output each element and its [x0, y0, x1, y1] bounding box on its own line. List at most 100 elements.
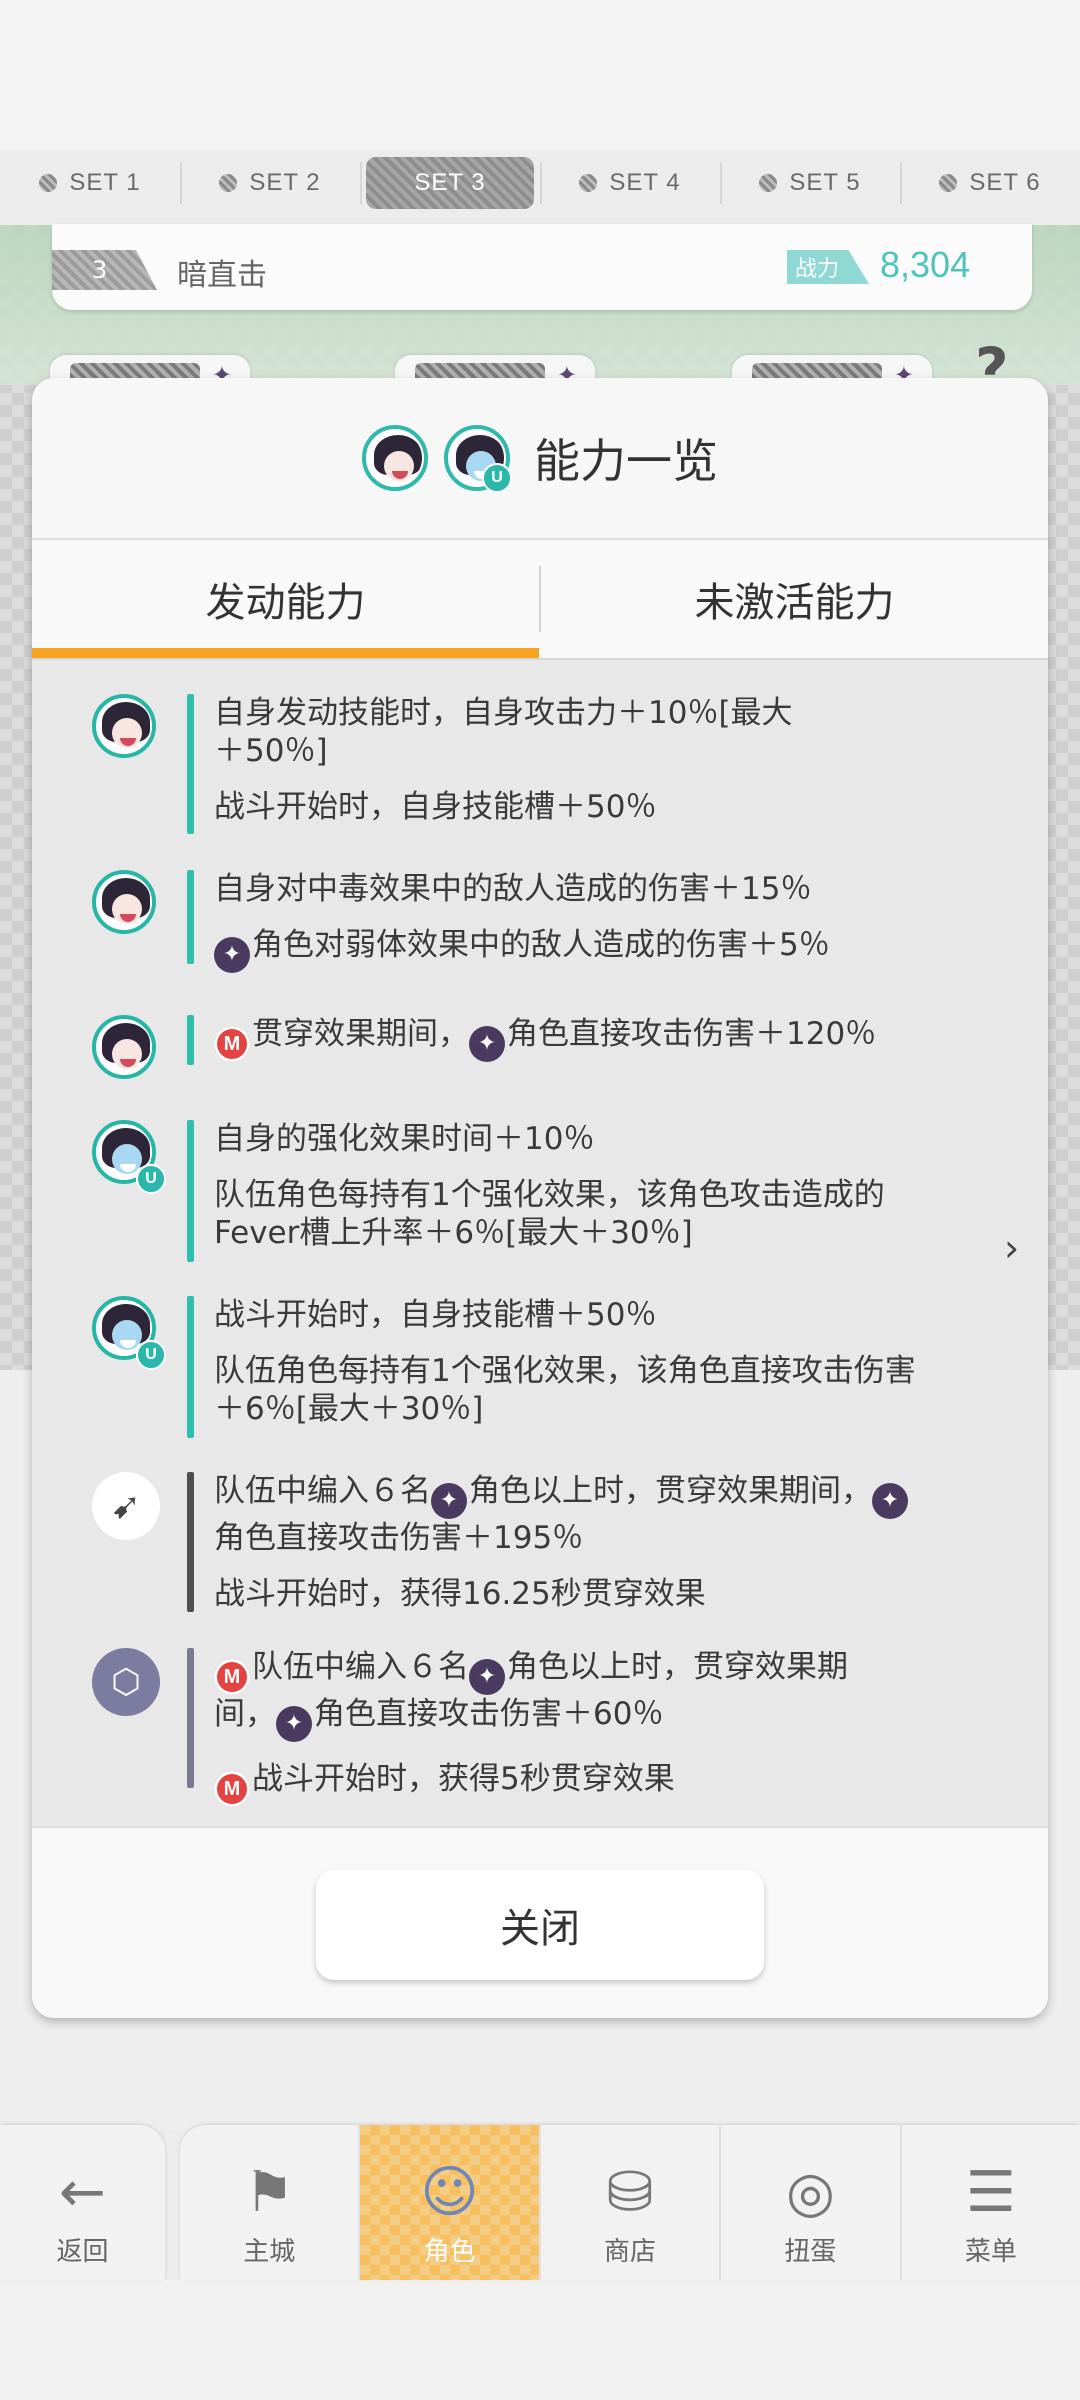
ability-text: 战斗开始时，自身技能槽＋50％ [214, 1297, 657, 1333]
modal-header: U 能力一览 [32, 378, 1048, 540]
ability-text: 战斗开始时，获得16.25秒贯穿效果 [214, 1576, 706, 1612]
dark-type-icon: ✦ [276, 1706, 312, 1742]
character-portrait-icon [92, 1015, 160, 1083]
power-badge: 战力 [787, 250, 869, 284]
ability-bar [187, 870, 194, 964]
shop-icon: ⛁ [606, 2160, 654, 2225]
nav-label: 商店 [604, 2237, 657, 2267]
ability-bar [187, 1648, 194, 1788]
character-portrait-icon [92, 694, 160, 762]
ability-bar [187, 694, 194, 834]
ability-text: 自身发动技能时，自身攻击力＋10％[最大 ＋50％] [214, 695, 793, 769]
ability-text: 战斗开始时，获得5秒贯穿效果 [252, 1761, 675, 1797]
back-button[interactable]: ← 返回 [0, 2125, 165, 2280]
nav-main: ⚑ 主城 ☺ 角色 ⛁ 商店 ◎ 扭蛋 ☰ 菜单 [180, 2125, 1080, 2280]
ability-overview-modal: U 能力一览 发动能力 未激活能力 自身发动技能时，自身攻击力＋10％[最大 ＋… [32, 378, 1048, 2018]
set-dot-icon [39, 174, 58, 192]
set-dot-icon [219, 174, 238, 192]
ability-text: 角色以上时，贯穿效果期 [507, 1649, 848, 1685]
close-button[interactable]: 关闭 [316, 1870, 764, 1980]
ability-text: 队伍角色每持有1个强化效果，该角色直接攻击伤害 ＋6％[最大＋30％] [214, 1353, 916, 1427]
ability-text-line: M 队伍中编入６名 ✦ 角色以上时，贯穿效果期 间， ✦ 角色直接攻击伤害＋60％ [214, 1648, 1014, 1742]
set-tab-label: SET 2 [249, 169, 321, 196]
dark-type-icon: ✦ [872, 1483, 908, 1519]
ability-text: 角色直接攻击伤害＋60％ [314, 1696, 664, 1732]
ability-text: 角色直接攻击伤害＋195％ [214, 1520, 584, 1556]
character-portrait-icon [92, 870, 160, 938]
set-tab-5[interactable]: SET 5 [720, 150, 900, 216]
set-tab-bar: SET 1 SET 2 SET 3 SET 4 SET 5 SET 6 [0, 150, 1080, 216]
nav-item-menu[interactable]: ☰ 菜单 [899, 2125, 1080, 2280]
set-dot-icon [759, 174, 778, 192]
ability-text: 角色直接攻击伤害＋120％ [507, 1016, 877, 1052]
menu-icon: ☰ [965, 2160, 1016, 2225]
set-dot-icon [939, 174, 958, 192]
ability-text: 战斗开始时，自身技能槽＋50％ [214, 789, 657, 825]
nav-label: 菜单 [964, 2237, 1017, 2267]
ability-text: 队伍中编入６名 [214, 1473, 431, 1509]
nav-label: 主城 [243, 2237, 296, 2267]
nav-item-character[interactable]: ☺ 角色 [358, 2125, 539, 2280]
ability-text: 队伍角色每持有1个强化效果，该角色攻击造成的 Fever槽上升率＋6％[最大＋3… [214, 1177, 885, 1251]
set-tab-2[interactable]: SET 2 [180, 150, 360, 216]
modal-footer: 关闭 [32, 1826, 1048, 2018]
set-tab-label: SET 3 [366, 157, 534, 209]
u-badge-icon: U [482, 463, 512, 493]
ability-bar [187, 1120, 194, 1262]
chevron-right-icon[interactable]: › [1004, 1226, 1019, 1270]
ability-text: 角色对弱体效果中的敌人造成的伤害＋5％ [252, 927, 830, 963]
ability-text-line: M 贯穿效果期间， ✦ 角色直接攻击伤害＋120％ [214, 1015, 1014, 1062]
dark-type-icon: ✦ [469, 1026, 505, 1062]
ability-text-line: M 战斗开始时，获得5秒贯穿效果 [214, 1760, 1014, 1807]
set-dot-icon [579, 174, 598, 192]
m-pierce-icon: M [214, 1659, 250, 1695]
set-tab-label: SET 6 [969, 169, 1041, 196]
top-background [0, 0, 1080, 150]
team-name[interactable]: 暗直击 [177, 250, 267, 294]
arrow-left-icon: ← [59, 2160, 106, 2225]
ability-bar [187, 1472, 194, 1612]
castle-icon: ⚑ [244, 2160, 295, 2225]
character-icon: ☺ [420, 2160, 479, 2225]
tab-inactive-abilities[interactable]: 未激活能力 [541, 540, 1048, 658]
ability-bar [187, 1015, 194, 1065]
set-tab-label: SET 1 [69, 169, 141, 196]
ability-text: 自身的强化效果时间＋10％ [214, 1121, 595, 1157]
nav-label: 返回 [56, 2237, 109, 2267]
ability-text-line: ✦ 角色对弱体效果中的敌人造成的伤害＋5％ [214, 926, 1014, 973]
card-icon: ⬡ [92, 1648, 160, 1716]
dark-type-icon: ✦ [469, 1659, 505, 1695]
nav-item-shop[interactable]: ⛁ 商店 [538, 2125, 719, 2280]
ability-bar [187, 1296, 194, 1438]
nav-label: 扭蛋 [784, 2237, 837, 2267]
set-tab-6[interactable]: SET 6 [900, 150, 1080, 216]
ability-text-line: 队伍中编入６名 ✦ 角色以上时，贯穿效果期间， ✦ 角色直接攻击伤害＋195％ [214, 1472, 1014, 1557]
bottom-background [0, 2280, 1080, 2400]
nav-item-gacha[interactable]: ◎ 扭蛋 [719, 2125, 899, 2280]
character-portrait-u-icon: U [92, 1120, 166, 1194]
set-tab-4[interactable]: SET 4 [540, 150, 720, 216]
nav-label: 角色 [423, 2237, 476, 2267]
team-number: 3 [52, 250, 157, 290]
bottom-nav: ← 返回 ⚑ 主城 ☺ 角色 ⛁ 商店 ◎ 扭蛋 ☰ 菜单 [0, 2125, 1080, 2280]
character-portrait-u-icon: U [92, 1296, 166, 1370]
gacha-icon: ◎ [785, 2160, 835, 2225]
team-bar: 3 暗直击 战力 8,304 [52, 224, 1032, 310]
m-pierce-icon: M [214, 1771, 250, 1807]
character-portrait-icon [362, 425, 428, 491]
dark-type-icon: ✦ [431, 1483, 467, 1519]
tab-active-abilities[interactable]: 发动能力 [32, 540, 539, 658]
power-value: 8,304 [880, 244, 971, 285]
set-tab-3[interactable]: SET 3 [360, 150, 540, 216]
nav-item-castle[interactable]: ⚑ 主城 [180, 2125, 358, 2280]
set-tab-1[interactable]: SET 1 [0, 150, 180, 216]
equipment-icon: ➹ [92, 1472, 160, 1540]
ability-text: 贯穿效果期间， [252, 1016, 469, 1052]
ability-text: 间， [214, 1696, 276, 1732]
character-portrait-u-icon: U [444, 425, 512, 493]
modal-title: 能力一览 [534, 434, 718, 488]
tab-label: 未激活能力 [694, 580, 895, 626]
set-tab-label: SET 4 [609, 169, 681, 196]
ability-list[interactable]: 自身发动技能时，自身攻击力＋10％[最大 ＋50％] 战斗开始时，自身技能槽＋5… [32, 660, 1048, 1826]
ability-tabs: 发动能力 未激活能力 [32, 540, 1048, 660]
